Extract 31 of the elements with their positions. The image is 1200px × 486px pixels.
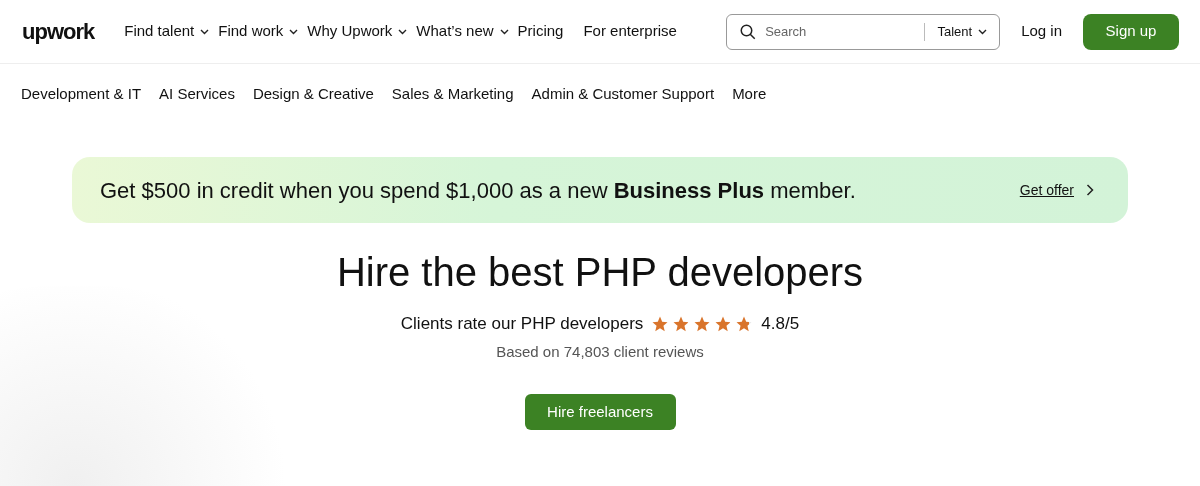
rating-label: Clients rate our PHP developers <box>400 313 644 335</box>
category-link[interactable]: More <box>732 82 767 106</box>
rating-value: 4.8/5 <box>761 313 800 335</box>
nav-link[interactable]: For enterprise <box>583 20 677 43</box>
nav-link[interactable]: Why Upwork <box>307 20 408 43</box>
chevron-down-icon <box>978 28 988 35</box>
login-link[interactable]: Log in <box>1021 20 1062 43</box>
signup-button[interactable]: Sign up <box>1083 13 1179 50</box>
nav-link[interactable]: Find work <box>218 20 299 43</box>
chevron-down-icon <box>398 28 408 35</box>
logo[interactable]: upwork <box>22 15 95 48</box>
search-field[interactable]: Search Talent <box>726 13 1001 50</box>
review-count: Based on 74,803 client reviews <box>496 341 704 362</box>
nav-link[interactable]: Find talent <box>124 20 210 43</box>
chevron-down-icon <box>499 28 509 35</box>
category-link[interactable]: Sales & Marketing <box>391 82 514 106</box>
hero-title: Hire the best PHP developers <box>336 249 864 296</box>
hire-freelancers-button[interactable]: Hire freelancers <box>524 394 676 430</box>
chevron-down-icon <box>289 28 299 35</box>
category-link[interactable]: Design & Creative <box>252 82 374 106</box>
category-link[interactable]: AI Services <box>159 82 235 106</box>
chevron-down-icon <box>200 28 210 35</box>
nav-link[interactable]: What’s new <box>416 20 509 43</box>
search-icon <box>739 22 758 41</box>
category-link[interactable]: Admin & Customer Support <box>531 82 715 106</box>
get-offer-link[interactable]: Get offer <box>1019 179 1074 201</box>
category-link[interactable]: Development & IT <box>21 82 142 106</box>
promo-text: Get $500 in credit when you spend $1,000 as a new Business Plus member. <box>100 176 856 205</box>
nav-link[interactable]: Pricing <box>517 20 564 43</box>
chevron-right-icon <box>1086 184 1094 196</box>
search-scope-dropdown[interactable]: Talent <box>937 21 988 42</box>
